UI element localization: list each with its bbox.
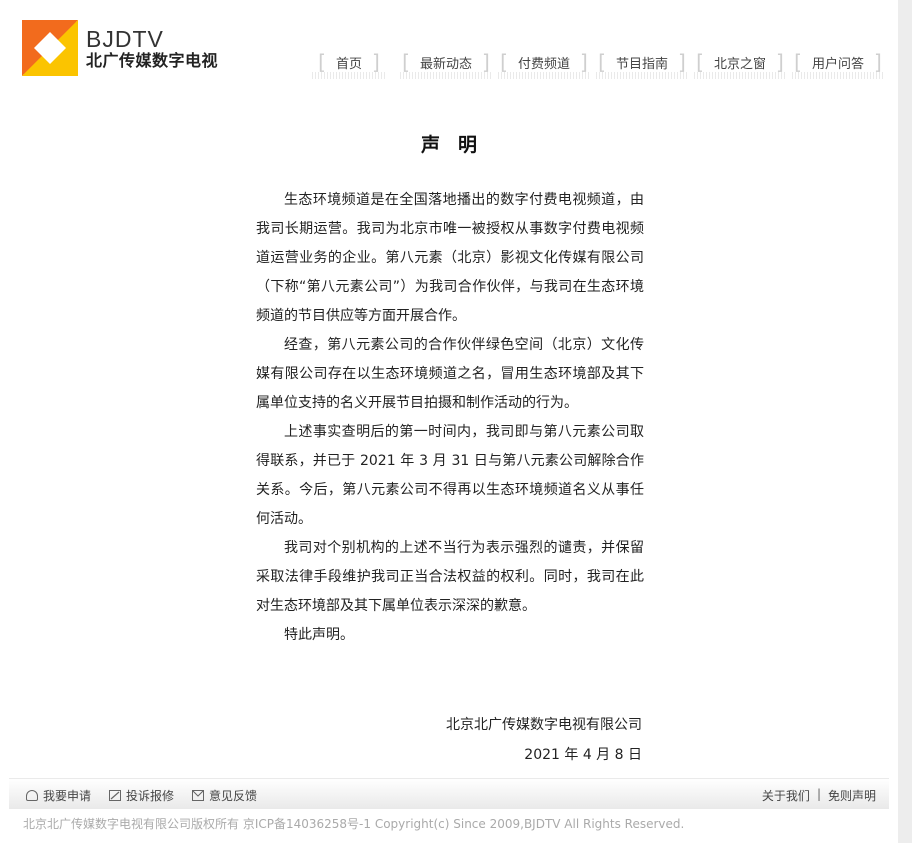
copyright-text: 北京北广传媒数字电视有限公司版权所有 京ICP备14036258号-1 Copy… xyxy=(23,817,685,831)
footer-feedback-link[interactable]: 意见反馈 xyxy=(192,787,257,804)
footer-apply-link[interactable]: 我要申请 xyxy=(26,787,91,804)
footer-link-label: 投诉报修 xyxy=(126,789,175,803)
edit-icon xyxy=(109,790,122,801)
footer-links: 我要申请 投诉报修 意见反馈 xyxy=(26,787,275,804)
logo-en-text: BJDTV xyxy=(86,25,164,52)
logo[interactable]: BJDTV 北广传媒数字电视 xyxy=(22,20,218,76)
right-edge-strip xyxy=(898,0,912,843)
paragraph: 上述事实查明后的第一时间内，我司即与第八元素公司取得联系，并已于 2021 年 … xyxy=(256,424,644,527)
signature-company: 北京北广传媒数字电视有限公司 xyxy=(446,717,642,733)
paragraph: 特此声明。 xyxy=(284,627,354,643)
footer-link-label: 我要申请 xyxy=(43,789,92,803)
nav-label: 最新动态 xyxy=(419,56,472,72)
paragraph: 我司对个别机构的上述不当行为表示强烈的谴责，并保留采取法律手段维护我司正当合法权… xyxy=(256,540,644,614)
mail-icon xyxy=(192,790,205,801)
paragraph: 经查，第八元素公司的合作伙伴绿色空间（北京）文化传媒有限公司存在以生态环境频道之… xyxy=(256,337,644,411)
logo-cn-text: 北广传媒数字电视 xyxy=(86,50,219,70)
footer-separator: | xyxy=(816,787,821,801)
nav-label: 付费频道 xyxy=(517,56,570,72)
page-title: 声明 xyxy=(420,134,495,156)
nav-home[interactable]: [首页] xyxy=(312,48,386,79)
about-us-link[interactable]: 关于我们 xyxy=(762,787,810,804)
nav-beijing-window[interactable]: [北京之窗] xyxy=(694,48,786,79)
nav-label: 首页 xyxy=(335,56,362,72)
nav-program-guide[interactable]: [节目指南] xyxy=(596,48,688,79)
statement-body: 生态环境频道是在全国落地播出的数字付费电视频道，由我司长期运营。我司为北京市唯一… xyxy=(256,186,644,650)
paragraph: 生态环境频道是在全国落地播出的数字付费电视频道，由我司长期运营。我司为北京市唯一… xyxy=(256,192,644,324)
nav-label: 节目指南 xyxy=(615,56,668,72)
nav-user-qa[interactable]: [用户问答] xyxy=(792,48,884,79)
bjdtv-logo-icon xyxy=(22,20,78,76)
disclaimer-link[interactable]: 免则声明 xyxy=(828,787,876,804)
nav-news[interactable]: [最新动态] xyxy=(400,48,492,79)
footer-link-label: 意见反馈 xyxy=(209,789,258,803)
bulb-icon xyxy=(26,790,38,801)
nav-paid-channels[interactable]: [付费频道] xyxy=(498,48,590,79)
nav-label: 用户问答 xyxy=(811,56,864,72)
main-nav: [首页] [最新动态] [付费频道] [节目指南] [北京之窗] [用户问答] xyxy=(312,48,884,79)
signature-date: 2021 年 4 月 8 日 xyxy=(524,747,642,763)
nav-label: 北京之窗 xyxy=(713,56,766,72)
footer-right-links: 关于我们 | 免则声明 xyxy=(762,787,876,804)
footer-complaint-link[interactable]: 投诉报修 xyxy=(109,787,174,804)
